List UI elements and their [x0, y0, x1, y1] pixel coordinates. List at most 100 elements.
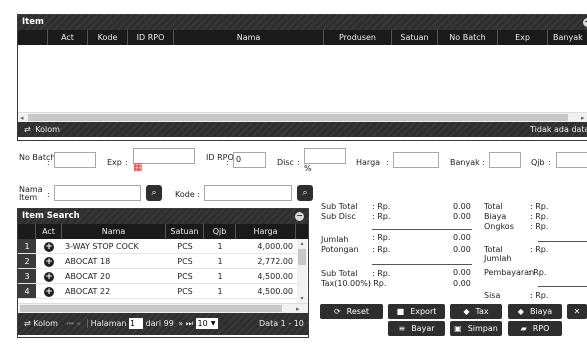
row-satuan: PCS — [177, 257, 193, 266]
rpo-button[interactable]: ▰ RPO — [508, 321, 562, 336]
table-row[interactable]: 1 + 3-WAY STOP COCK PCS 1 4,000.00 — [18, 239, 308, 254]
page-size-select[interactable]: 10 ▼ — [195, 318, 218, 329]
row-action[interactable]: + — [36, 239, 62, 253]
add-icon[interactable]: + — [44, 287, 54, 297]
ongkos-label: Ongkos — [484, 222, 514, 231]
table-row[interactable]: 3 + ABOCAT 20 PCS 1 4,500.00 — [18, 269, 308, 284]
row-satuan: PCS — [177, 242, 193, 251]
reset-button[interactable]: ⟳ Reset — [320, 304, 383, 319]
sub-total-value: 0.00 — [453, 202, 471, 211]
next-page-icon[interactable]: » — [178, 319, 183, 328]
table-row[interactable]: 2 + ABOCAT 18 PCS 1 2,772.00 — [18, 254, 308, 269]
nama-item-input[interactable] — [54, 185, 141, 201]
biaya-button[interactable]: ◆ Biaya — [508, 304, 562, 319]
col-header-satuan[interactable]: Satuan — [166, 224, 204, 239]
folder-icon: ▰ — [520, 324, 527, 333]
tag-icon: ◆ — [463, 307, 470, 316]
col-header-qjb[interactable]: Qjb — [204, 224, 236, 239]
col-header-nama[interactable]: Nama — [174, 30, 324, 45]
tax-button-label: Tax — [475, 307, 489, 316]
sisa-label: Sisa — [484, 291, 501, 300]
reset-button-label: Reset — [346, 307, 370, 316]
col-header-kode[interactable]: Kode — [88, 30, 128, 45]
row-action[interactable]: + — [36, 254, 62, 268]
bayar-button[interactable]: ≡ Bayar — [388, 321, 445, 336]
scroll-thumb[interactable] — [20, 305, 282, 312]
add-icon[interactable]: + — [44, 257, 54, 267]
first-page-icon[interactable]: ⏮ — [66, 319, 73, 328]
row-action[interactable]: + — [36, 284, 62, 298]
col-header-id-rpo[interactable]: ID RPO — [128, 30, 174, 45]
banyak-sep: : — [482, 158, 485, 167]
sub-total2-rp: : Rp. — [372, 269, 391, 278]
col-header-produsen[interactable]: Produsen — [324, 30, 392, 45]
collapse-icon[interactable]: − — [583, 18, 587, 27]
exp-input[interactable] — [133, 148, 195, 164]
collapse-icon[interactable]: − — [295, 212, 304, 221]
last-page-icon[interactable]: ⏭ — [186, 319, 193, 328]
search-horizontal-scrollbar[interactable]: ▸ — [18, 303, 308, 313]
page-size-value: 10 — [197, 319, 208, 328]
total-jumlah-rp: : Rp. — [530, 245, 549, 254]
col-header-nama[interactable]: Nama — [62, 224, 166, 239]
summary-divider — [538, 286, 587, 287]
harga-input[interactable] — [393, 152, 439, 168]
close-button[interactable]: ✕ — [567, 304, 587, 319]
disc-input[interactable] — [304, 148, 346, 164]
row-nama: 3-WAY STOP COCK — [65, 242, 139, 251]
no-batch-input[interactable] — [54, 152, 96, 168]
kode-search-button[interactable]: ⌕ — [297, 185, 313, 201]
item-horizontal-scrollbar[interactable]: ◂ ▸ — [18, 112, 587, 122]
col-header-harga[interactable]: Harga — [236, 224, 296, 239]
jumlah-label: Jumlah — [321, 235, 349, 244]
row-satuan: PCS — [177, 272, 193, 281]
table-row[interactable]: 4 + ABOCAT 22 PCS 1 4,500.00 — [18, 284, 308, 299]
col-header-act[interactable]: Act — [36, 224, 62, 239]
bayar-button-label: Bayar — [411, 324, 435, 333]
qjb-label: Qjb — [531, 158, 545, 167]
row-action[interactable]: + — [36, 269, 62, 283]
prev-page-icon[interactable]: « — [76, 319, 81, 328]
row-nama: ABOCAT 18 — [65, 257, 111, 266]
kolom-button[interactable]: Kolom — [35, 125, 60, 134]
banyak-input[interactable] — [489, 152, 521, 168]
scroll-down-icon[interactable]: ▾ — [297, 294, 307, 303]
exp-label: Exp — [107, 158, 122, 167]
save-icon: ▣ — [454, 324, 462, 333]
col-header-satuan[interactable]: Satuan — [392, 30, 438, 45]
col-header-act[interactable]: Act — [48, 30, 88, 45]
disc-sep: : — [297, 158, 300, 167]
qjb-input[interactable] — [556, 152, 587, 168]
search-table-body: 1 + 3-WAY STOP COCK PCS 1 4,000.00 2 + A… — [18, 239, 308, 303]
id-rpo-input[interactable]: 0 — [233, 152, 266, 168]
calendar-icon[interactable]: ▦ — [133, 163, 144, 173]
columns-icon[interactable]: ⇄ — [24, 319, 31, 328]
kode-input[interactable] — [204, 185, 292, 201]
tag-icon: ◆ — [517, 307, 524, 316]
vertical-scrollbar[interactable]: ▴ ▾ — [297, 239, 307, 303]
no-batch-label: No Batch — [19, 153, 56, 162]
page-input[interactable]: 1 — [129, 318, 144, 329]
potongan-rp: : Rp. — [372, 245, 391, 254]
disc-unit: % — [304, 164, 312, 173]
col-header-banyak[interactable]: Banyak — [548, 30, 587, 45]
item-panel: Item − Act Kode ID RPO Nama Produsen Sat… — [17, 14, 587, 141]
scroll-up-icon[interactable]: ▴ — [297, 239, 307, 248]
tax-button[interactable]: ◆ Tax — [450, 304, 502, 319]
columns-icon[interactable]: ⇄ — [24, 125, 31, 134]
search-pager: ⇄ Kolom ⏮ « Halaman 1 dari 99 » ⏭ 10 ▼ Da… — [18, 313, 308, 335]
harga-sep: : — [386, 158, 389, 167]
scroll-thumb[interactable] — [298, 249, 306, 265]
export-button[interactable]: ■ Export — [388, 304, 445, 319]
simpan-button[interactable]: ▣ Simpan — [450, 321, 502, 336]
col-header-exp[interactable]: Exp — [498, 30, 548, 45]
add-icon[interactable]: + — [44, 242, 54, 252]
col-header-no-batch[interactable]: No Batch — [438, 30, 498, 45]
nama-search-button[interactable]: ⌕ — [146, 185, 162, 201]
add-icon[interactable]: + — [44, 272, 54, 282]
export-button-label: Export — [410, 307, 437, 316]
scroll-thumb[interactable] — [28, 114, 568, 121]
disc-label: Disc — [277, 158, 294, 167]
reset-icon: ⟳ — [333, 307, 341, 316]
kolom-button[interactable]: Kolom — [33, 319, 58, 328]
